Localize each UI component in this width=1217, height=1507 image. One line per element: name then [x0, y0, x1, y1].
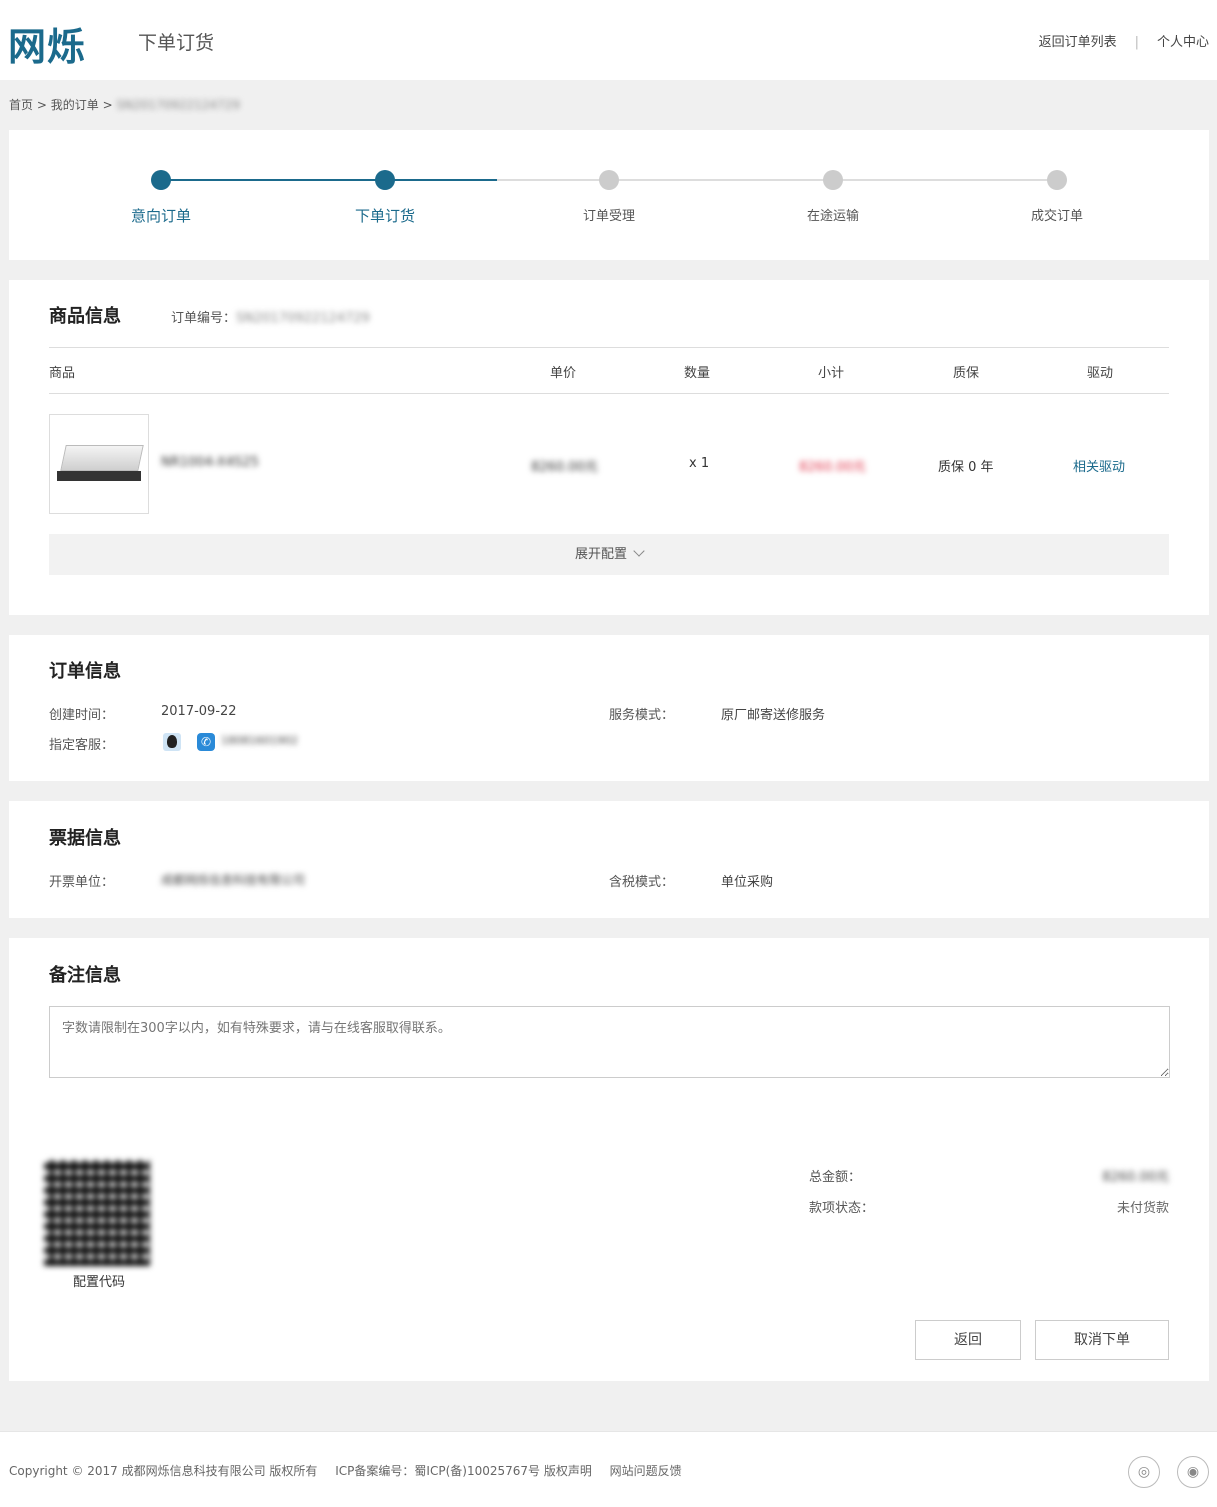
- back-to-order-list-link[interactable]: 返回订单列表: [1039, 35, 1117, 50]
- phone-icon: ✆: [197, 733, 215, 751]
- breadcrumb-current: SN20170922124729: [116, 98, 240, 112]
- breadcrumb-sep: >: [36, 98, 47, 112]
- feedback-link[interactable]: 网站问题反馈: [610, 1464, 682, 1478]
- chevron-down-icon: [633, 545, 645, 557]
- page-title: 下单订货: [138, 32, 215, 54]
- order-progress: 意向订单 下单订货 订单受理 在途运输 成交订单: [9, 130, 1209, 260]
- qr-caption: 配置代码: [72, 1275, 125, 1290]
- expand-config-button[interactable]: 展开配置: [49, 534, 1169, 575]
- product-name[interactable]: NR1004-X4S25: [161, 455, 259, 470]
- footer-text: Copyright © 2017 成都网烁信息科技有限公司 版权所有 ICP备案…: [9, 1462, 696, 1479]
- goods-title: 商品信息: [49, 306, 121, 327]
- progress-line-pending: [497, 179, 1057, 181]
- col-driver: 驱动: [1087, 366, 1114, 381]
- remark-section: 备注信息 配置代码 总金额： 8260.00元 款项状态： 未付货款 返回 取消…: [9, 938, 1209, 1381]
- payment-status: 未付货款: [1116, 1201, 1169, 1216]
- copyright: Copyright © 2017 成都网烁信息科技有限公司 版权所有: [9, 1464, 318, 1478]
- tax-mode: 单位采购: [721, 875, 774, 890]
- created-time-label: 创建时间：: [49, 708, 115, 723]
- remark-textarea[interactable]: [49, 1006, 1170, 1078]
- step-dot-5: [1047, 170, 1067, 190]
- step-dot-1: [151, 170, 171, 190]
- total-amount: 8260.00元: [1102, 1170, 1169, 1185]
- product-image[interactable]: [49, 414, 149, 514]
- cancel-order-button[interactable]: 取消下单: [1035, 1320, 1169, 1360]
- order-number-label: 订单编号：: [171, 311, 237, 326]
- divider: [49, 347, 1169, 348]
- wechat-icon[interactable]: ◎: [1128, 1456, 1160, 1488]
- invoice-unit: 成都网烁信息科技有限公司: [161, 873, 306, 887]
- col-subtotal: 小计: [818, 366, 845, 381]
- order-number: 订单编号：SN20170922124729: [171, 307, 370, 326]
- unit-price: 8260.00元: [531, 460, 598, 475]
- step-dot-4: [823, 170, 843, 190]
- col-unit-price: 单价: [550, 366, 577, 381]
- created-time: 2017-09-22: [161, 704, 237, 719]
- user-center-link[interactable]: 个人中心: [1157, 35, 1209, 50]
- goods-section: 商品信息 订单编号：SN20170922124729 商品 单价 数量 小计 质…: [9, 280, 1209, 615]
- weibo-icon[interactable]: ◉: [1177, 1456, 1209, 1488]
- breadcrumb-home[interactable]: 首页: [9, 98, 33, 112]
- top-nav: 返回订单列表 | 个人中心: [1039, 31, 1209, 50]
- order-number-value: SN20170922124729: [236, 311, 370, 326]
- service-mode: 原厂邮寄送修服务: [721, 708, 826, 723]
- breadcrumb: 首页 > 我的订单 > SN20170922124729: [9, 96, 240, 113]
- order-info-section: 订单信息 创建时间： 2017-09-22 服务模式： 原厂邮寄送修服务 指定客…: [9, 635, 1209, 781]
- total-amount-label: 总金额：: [809, 1170, 862, 1185]
- payment-status-label: 款项状态：: [809, 1201, 875, 1216]
- step-dot-2: [375, 170, 395, 190]
- related-driver-link[interactable]: 相关驱动: [1073, 456, 1125, 475]
- nav-separator: |: [1134, 35, 1139, 50]
- invoice-unit-label: 开票单位：: [49, 875, 115, 890]
- col-quantity: 数量: [684, 366, 711, 381]
- remark-title: 备注信息: [49, 965, 121, 986]
- order-info-title: 订单信息: [49, 661, 121, 682]
- step-label-5: 成交订单: [1030, 209, 1083, 224]
- step-label-1: 意向订单: [130, 207, 191, 225]
- page-footer: Copyright © 2017 成都网烁信息科技有限公司 版权所有 ICP备案…: [0, 1431, 1217, 1507]
- invoice-title: 票据信息: [49, 828, 121, 849]
- back-button[interactable]: 返回: [915, 1320, 1021, 1360]
- divider: [49, 393, 1169, 394]
- step-label-4: 在途运输: [806, 209, 859, 224]
- qq-icon[interactable]: [163, 733, 181, 751]
- assigned-cs-label: 指定客服：: [49, 738, 115, 753]
- server-image: [57, 445, 144, 483]
- expand-config-label: 展开配置: [574, 547, 627, 562]
- tax-mode-label: 含税模式：: [609, 875, 675, 890]
- service-mode-label: 服务模式：: [609, 708, 675, 723]
- step-dot-3: [599, 170, 619, 190]
- col-product: 商品: [49, 366, 76, 381]
- site-logo[interactable]: 网烁: [8, 16, 86, 71]
- icp-record[interactable]: ICP备案编号：蜀ICP(备)10025767号 版权声明: [335, 1464, 592, 1478]
- cs-phone: 18081601902: [221, 734, 298, 747]
- breadcrumb-sep: >: [102, 98, 113, 112]
- breadcrumb-orders[interactable]: 我的订单: [51, 98, 99, 112]
- col-warranty: 质保: [953, 366, 980, 381]
- config-qr-code: [44, 1160, 150, 1266]
- page-header: 网烁 下单订货 返回订单列表 | 个人中心: [0, 0, 1217, 80]
- invoice-section: 票据信息 开票单位： 成都网烁信息科技有限公司 含税模式： 单位采购: [9, 801, 1209, 918]
- warranty: 质保 0 年: [938, 460, 994, 475]
- subtotal: 8260.00元: [799, 460, 866, 475]
- quantity: x 1: [689, 456, 710, 471]
- step-label-2: 下单订货: [354, 207, 415, 225]
- step-label-3: 订单受理: [582, 209, 635, 224]
- progress-line-done: [161, 179, 497, 181]
